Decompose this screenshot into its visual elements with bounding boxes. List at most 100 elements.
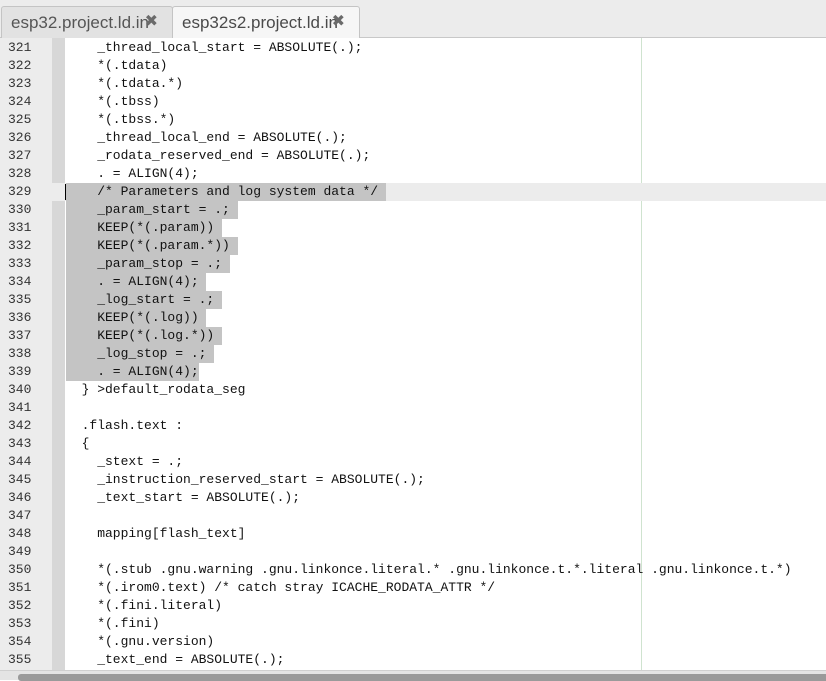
code-line[interactable]: 344 _stext = .; xyxy=(0,453,826,471)
code-text[interactable]: _text_end = ABSOLUTE(.); xyxy=(66,651,284,669)
code-line[interactable]: 328 . = ALIGN(4); xyxy=(0,165,826,183)
code-line[interactable]: 347 xyxy=(0,507,826,525)
line-number: 321 xyxy=(8,40,32,55)
line-number: 331 xyxy=(8,220,32,235)
tab-esp32-project-ld[interactable]: esp32.project.ld.in ✖ xyxy=(1,6,173,38)
code-text[interactable]: { xyxy=(66,435,90,453)
code-line[interactable]: 325 *(.tbss.*) xyxy=(0,111,826,129)
code-line[interactable]: 348 mapping[flash_text] xyxy=(0,525,826,543)
line-number: 325 xyxy=(8,112,32,127)
code-line[interactable]: 335 _log_start = .; xyxy=(0,291,826,309)
code-text[interactable]: KEEP(*(.log)) xyxy=(66,309,207,327)
code-line[interactable]: 353 *(.fini) xyxy=(0,615,826,633)
code-line[interactable]: 354 *(.gnu.version) xyxy=(0,633,826,651)
code-text[interactable]: *(.gnu.version) xyxy=(66,633,214,651)
code-line[interactable]: 321 _thread_local_start = ABSOLUTE(.); xyxy=(0,39,826,57)
code-lines[interactable]: 321 _thread_local_start = ABSOLUTE(.); 32… xyxy=(0,39,826,669)
code-text[interactable]: *(.tdata) xyxy=(66,57,167,75)
code-text[interactable]: *(.fini.literal) xyxy=(66,597,222,615)
code-line[interactable]: 332 KEEP(*(.param.*)) xyxy=(0,237,826,255)
code-text[interactable]: } >default_rodata_seg xyxy=(66,381,246,399)
code-text[interactable]: _text_start = ABSOLUTE(.); xyxy=(66,489,300,507)
code-text[interactable]: .flash.text : xyxy=(66,417,183,435)
line-number: 349 xyxy=(8,544,32,559)
code-line[interactable]: 345 _instruction_reserved_start = ABSOLU… xyxy=(0,471,826,489)
text-cursor xyxy=(65,184,66,200)
code-text[interactable]: . = ALIGN(4); xyxy=(66,273,207,291)
code-line[interactable]: 334 . = ALIGN(4); xyxy=(0,273,826,291)
code-text[interactable]: _log_start = .; xyxy=(66,291,223,309)
code-text[interactable]: _instruction_reserved_start = ABSOLUTE(.… xyxy=(66,471,425,489)
code-text[interactable]: KEEP(*(.log.*)) xyxy=(66,327,223,345)
line-number: 337 xyxy=(8,328,32,343)
code-line[interactable]: 352 *(.fini.literal) xyxy=(0,597,826,615)
line-number: 333 xyxy=(8,256,32,271)
horizontal-scrollbar[interactable] xyxy=(0,670,826,681)
line-number: 327 xyxy=(8,148,32,163)
code-text[interactable]: . = ALIGN(4); xyxy=(66,363,199,381)
code-line[interactable]: 342 .flash.text : xyxy=(0,417,826,435)
code-text[interactable]: *(.irom0.text) /* catch stray ICACHE_ROD… xyxy=(66,579,495,597)
code-line[interactable]: 323 *(.tdata.*) xyxy=(0,75,826,93)
line-number: 338 xyxy=(8,346,32,361)
code-line[interactable]: 333 _param_stop = .; xyxy=(0,255,826,273)
code-text[interactable]: /* Parameters and log system data */ xyxy=(66,183,386,201)
code-line[interactable]: 337 KEEP(*(.log.*)) xyxy=(0,327,826,345)
code-line[interactable]: 336 KEEP(*(.log)) xyxy=(0,309,826,327)
code-editor[interactable]: 321 _thread_local_start = ABSOLUTE(.); 32… xyxy=(0,38,826,670)
line-number: 354 xyxy=(8,634,32,649)
line-number: 328 xyxy=(8,166,32,181)
code-text[interactable]: *(.fini) xyxy=(66,615,159,633)
line-number: 353 xyxy=(8,616,32,631)
line-number: 329 xyxy=(8,184,32,199)
code-text[interactable]: _thread_local_start = ABSOLUTE(.); xyxy=(66,39,362,57)
code-text[interactable]: . = ALIGN(4); xyxy=(66,165,198,183)
code-text[interactable]: _param_start = .; xyxy=(66,201,238,219)
code-text[interactable]: _rodata_reserved_end = ABSOLUTE(.); xyxy=(66,147,370,165)
line-number: 340 xyxy=(8,382,32,397)
code-line[interactable]: 341 xyxy=(0,399,826,417)
line-number: 330 xyxy=(8,202,32,217)
close-icon[interactable]: ✖ xyxy=(145,14,158,30)
code-text[interactable]: KEEP(*(.param.*)) xyxy=(66,237,238,255)
line-number: 343 xyxy=(8,436,32,451)
code-line[interactable]: 343 { xyxy=(0,435,826,453)
line-number: 347 xyxy=(8,508,32,523)
line-number: 348 xyxy=(8,526,32,541)
close-icon[interactable]: ✖ xyxy=(332,14,345,30)
code-line[interactable]: 351 *(.irom0.text) /* catch stray ICACHE… xyxy=(0,579,826,597)
code-line[interactable]: 326 _thread_local_end = ABSOLUTE(.); xyxy=(0,129,826,147)
code-text[interactable]: _stext = .; xyxy=(66,453,183,471)
code-line[interactable]: 350 *(.stub .gnu.warning .gnu.linkonce.l… xyxy=(0,561,826,579)
code-text[interactable]: *(.stub .gnu.warning .gnu.linkonce.liter… xyxy=(66,561,791,579)
code-line[interactable]: 329 /* Parameters and log system data */ xyxy=(0,183,826,201)
line-number: 335 xyxy=(8,292,32,307)
code-line[interactable]: 340 } >default_rodata_seg xyxy=(0,381,826,399)
line-number: 332 xyxy=(8,238,32,253)
line-number: 344 xyxy=(8,454,32,469)
code-text[interactable]: *(.tbss.*) xyxy=(66,111,175,129)
code-line[interactable]: 322 *(.tdata) xyxy=(0,57,826,75)
code-text[interactable]: mapping[flash_text] xyxy=(66,525,245,543)
code-line[interactable]: 338 _log_stop = .; xyxy=(0,345,826,363)
code-line[interactable]: 327 _rodata_reserved_end = ABSOLUTE(.); xyxy=(0,147,826,165)
code-line[interactable]: 355 _text_end = ABSOLUTE(.); xyxy=(0,651,826,669)
line-number: 339 xyxy=(8,364,32,379)
tab-esp32s2-project-ld[interactable]: esp32s2.project.ld.in ✖ xyxy=(172,6,360,38)
code-text[interactable]: _param_stop = .; xyxy=(66,255,230,273)
code-line[interactable]: 324 *(.tbss) xyxy=(0,93,826,111)
line-number: 350 xyxy=(8,562,32,577)
line-number: 355 xyxy=(8,652,32,667)
line-number: 324 xyxy=(8,94,32,109)
code-line[interactable]: 346 _text_start = ABSOLUTE(.); xyxy=(0,489,826,507)
code-text[interactable]: _thread_local_end = ABSOLUTE(.); xyxy=(66,129,347,147)
code-text[interactable]: KEEP(*(.param)) xyxy=(66,219,223,237)
code-text[interactable]: *(.tbss) xyxy=(66,93,159,111)
code-line[interactable]: 331 KEEP(*(.param)) xyxy=(0,219,826,237)
code-text[interactable]: _log_stop = .; xyxy=(66,345,215,363)
code-line[interactable]: 330 _param_start = .; xyxy=(0,201,826,219)
code-text[interactable]: *(.tdata.*) xyxy=(66,75,183,93)
tab-label: esp32s2.project.ld.in xyxy=(182,12,338,32)
code-line[interactable]: 349 xyxy=(0,543,826,561)
code-line[interactable]: 339 . = ALIGN(4); xyxy=(0,363,826,381)
